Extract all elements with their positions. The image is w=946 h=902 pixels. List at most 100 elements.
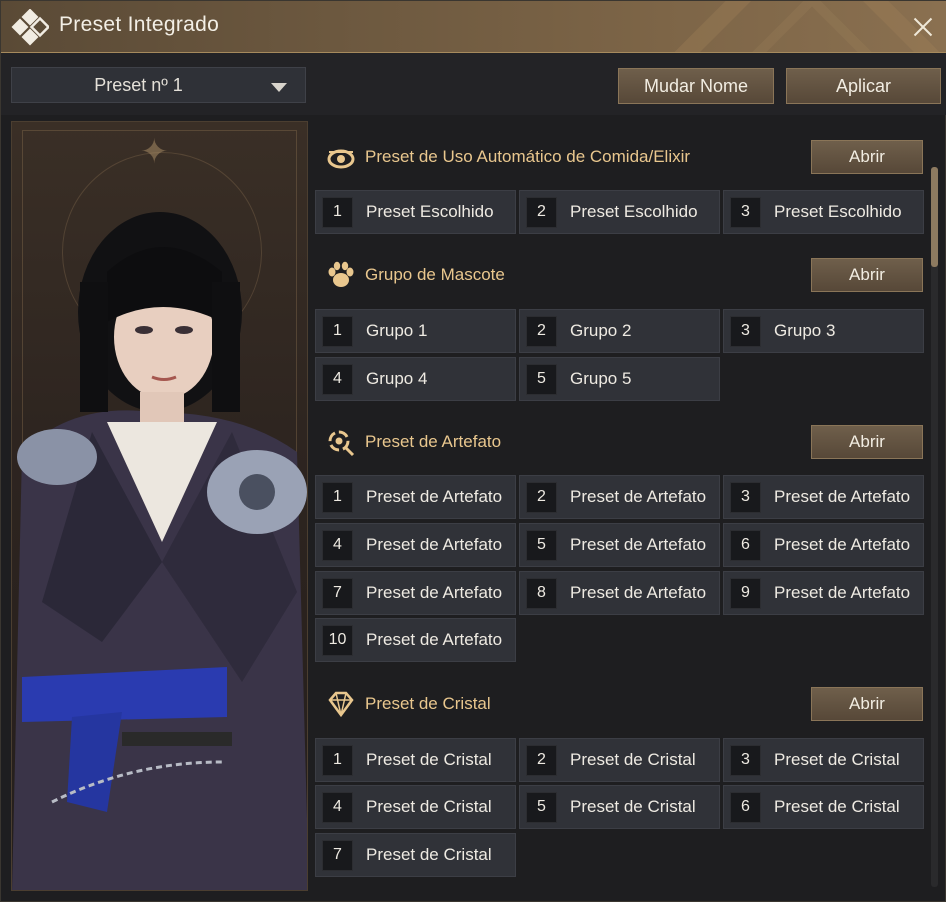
pet-slot-5[interactable]: 5 Grupo 5 bbox=[519, 357, 720, 401]
close-icon[interactable] bbox=[911, 15, 935, 39]
slot-name: Preset de Artefato bbox=[570, 583, 707, 602]
food-slot-2[interactable]: 2 Preset Escolhido bbox=[519, 190, 720, 234]
pet-open-button[interactable]: Abrir bbox=[811, 258, 923, 292]
preset-window: Preset Integrado Preset nº 1 Mudar Nome … bbox=[0, 0, 946, 902]
pet-slot-2[interactable]: 2 Grupo 2 bbox=[519, 309, 720, 353]
slot-name: Preset de Cristal bbox=[774, 750, 900, 769]
slot-number: 2 bbox=[526, 315, 557, 347]
paw-icon bbox=[325, 260, 357, 290]
slot-number: 1 bbox=[322, 196, 353, 228]
pet-slot-3[interactable]: 3 Grupo 3 bbox=[723, 309, 924, 353]
slot-number: 1 bbox=[322, 744, 353, 776]
slot-name: Grupo 4 bbox=[366, 369, 428, 388]
slot-number: 6 bbox=[730, 791, 761, 823]
slot-name: Preset de Artefato bbox=[570, 487, 707, 506]
slot-number: 6 bbox=[730, 529, 761, 561]
slot-name: Preset de Artefato bbox=[366, 583, 503, 602]
slot-number: 2 bbox=[526, 196, 557, 228]
crystal-slot-7[interactable]: 7 Preset de Cristal bbox=[315, 833, 516, 877]
food-section-header: Preset de Uso Automático de Comida/Elixi… bbox=[325, 139, 690, 175]
crystal-open-button[interactable]: Abrir bbox=[811, 687, 923, 721]
artifact-slot-2[interactable]: 2 Preset de Artefato bbox=[519, 475, 720, 519]
artifact-slot-6[interactable]: 6 Preset de Artefato bbox=[723, 523, 924, 567]
artifact-slot-7[interactable]: 7 Preset de Artefato bbox=[315, 571, 516, 615]
slot-name: Preset de Cristal bbox=[570, 750, 696, 769]
crystal-slot-6[interactable]: 6 Preset de Cristal bbox=[723, 785, 924, 829]
scrollbar[interactable] bbox=[931, 167, 938, 887]
pet-slot-1[interactable]: 1 Grupo 1 bbox=[315, 309, 516, 353]
slot-number: 4 bbox=[322, 529, 353, 561]
crystal-slot-1[interactable]: 1 Preset de Cristal bbox=[315, 738, 516, 782]
rename-button[interactable]: Mudar Nome bbox=[618, 68, 774, 104]
slot-number: 2 bbox=[526, 744, 557, 776]
slot-name: Preset de Artefato bbox=[774, 535, 911, 554]
slot-number: 5 bbox=[526, 791, 557, 823]
slot-name: Preset de Artefato bbox=[774, 583, 911, 602]
crystal-slot-2[interactable]: 2 Preset de Cristal bbox=[519, 738, 720, 782]
slot-name: Preset de Cristal bbox=[774, 797, 900, 816]
slot-name: Preset de Cristal bbox=[570, 797, 696, 816]
title-bar[interactable]: Preset Integrado bbox=[1, 1, 946, 53]
character-portrait: ✦ bbox=[11, 121, 308, 891]
slot-name: Preset Escolhido bbox=[774, 202, 902, 221]
slot-number: 9 bbox=[730, 577, 761, 609]
slot-name: Preset de Cristal bbox=[366, 750, 492, 769]
slot-number: 3 bbox=[730, 481, 761, 513]
artifact-slot-1[interactable]: 1 Preset de Artefato bbox=[315, 475, 516, 519]
slot-name: Grupo 1 bbox=[366, 321, 428, 340]
preset-dropdown[interactable]: Preset nº 1 bbox=[11, 67, 306, 103]
slot-name: Preset de Cristal bbox=[366, 797, 492, 816]
slot-number: 1 bbox=[322, 315, 353, 347]
artifact-slot-10[interactable]: 10 Preset de Artefato bbox=[315, 618, 516, 662]
artifact-slot-5[interactable]: 5 Preset de Artefato bbox=[519, 523, 720, 567]
slot-number: 1 bbox=[322, 481, 353, 513]
slot-number: 3 bbox=[730, 744, 761, 776]
slot-name: Preset de Artefato bbox=[774, 487, 911, 506]
crystal-section-title: Preset de Cristal bbox=[365, 694, 491, 713]
artifact-slot-8[interactable]: 8 Preset de Artefato bbox=[519, 571, 720, 615]
slot-number: 8 bbox=[526, 577, 557, 609]
pet-section-header: Grupo de Mascote bbox=[325, 257, 505, 293]
slot-name: Grupo 3 bbox=[774, 321, 836, 340]
artifact-section-title: Preset de Artefato bbox=[365, 432, 502, 451]
crystal-slot-3[interactable]: 3 Preset de Cristal bbox=[723, 738, 924, 782]
food-section-title: Preset de Uso Automático de Comida/Elixi… bbox=[365, 147, 691, 166]
slot-number: 7 bbox=[322, 839, 353, 871]
diamond-logo-icon bbox=[11, 9, 49, 46]
food-slot-3[interactable]: 3 Preset Escolhido bbox=[723, 190, 924, 234]
slot-number: 10 bbox=[322, 624, 353, 656]
artifact-slot-9[interactable]: 9 Preset de Artefato bbox=[723, 571, 924, 615]
artifact-slot-4[interactable]: 4 Preset de Artefato bbox=[315, 523, 516, 567]
slot-name: Grupo 2 bbox=[570, 321, 632, 340]
artifact-slot-3[interactable]: 3 Preset de Artefato bbox=[723, 475, 924, 519]
slot-name: Preset de Artefato bbox=[366, 630, 503, 649]
slot-name: Grupo 5 bbox=[570, 369, 632, 388]
window-title: Preset Integrado bbox=[59, 13, 220, 36]
crystal-section-header: Preset de Cristal bbox=[325, 686, 491, 722]
apply-button[interactable]: Aplicar bbox=[786, 68, 941, 104]
artifact-icon bbox=[325, 427, 357, 457]
food-slot-1[interactable]: 1 Preset Escolhido bbox=[315, 190, 516, 234]
slot-number: 2 bbox=[526, 481, 557, 513]
artifact-open-button[interactable]: Abrir bbox=[811, 425, 923, 459]
slot-name: Preset de Artefato bbox=[570, 535, 707, 554]
pet-slot-4[interactable]: 4 Grupo 4 bbox=[315, 357, 516, 401]
artifact-section-header: Preset de Artefato bbox=[325, 424, 501, 460]
slot-name: Preset Escolhido bbox=[570, 202, 698, 221]
slot-number: 4 bbox=[322, 791, 353, 823]
crystal-icon bbox=[325, 689, 357, 719]
toolbar: Preset nº 1 Mudar Nome Aplicar bbox=[1, 53, 946, 115]
slot-name: Preset Escolhido bbox=[366, 202, 494, 221]
chevron-down-icon bbox=[271, 83, 287, 92]
slot-number: 4 bbox=[322, 363, 353, 395]
pet-section-title: Grupo de Mascote bbox=[365, 265, 505, 284]
slot-number: 5 bbox=[526, 363, 557, 395]
crystal-slot-5[interactable]: 5 Preset de Cristal bbox=[519, 785, 720, 829]
food-open-button[interactable]: Abrir bbox=[811, 140, 923, 174]
slot-name: Preset de Cristal bbox=[366, 845, 492, 864]
scrollbar-thumb[interactable] bbox=[931, 167, 938, 267]
character-illustration bbox=[12, 212, 307, 890]
slot-number: 3 bbox=[730, 196, 761, 228]
crystal-slot-4[interactable]: 4 Preset de Cristal bbox=[315, 785, 516, 829]
slot-number: 5 bbox=[526, 529, 557, 561]
